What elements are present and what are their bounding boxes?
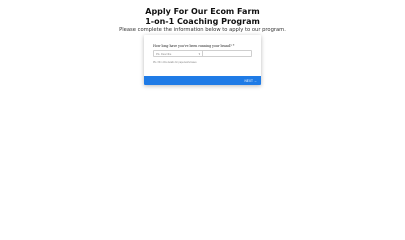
select-value: Pls. Describe	[156, 52, 172, 56]
next-button[interactable]: NEXT →	[244, 79, 257, 83]
brand-duration-secondary-field[interactable]	[203, 51, 251, 56]
brand-duration-select[interactable]: Pls. Describe ▾	[154, 51, 203, 56]
brand-duration-question: How long have you've been running your b…	[153, 44, 235, 48]
form-footer-bar: NEXT →	[144, 76, 261, 85]
page-header: Apply For Our Ecom Farm 1-on-1 Coaching …	[0, 7, 405, 34]
chevron-down-icon: ▾	[198, 51, 200, 56]
page-subtitle: Please complete the information below to…	[119, 27, 286, 33]
page: Apply For Our Ecom Farm 1-on-1 Coaching …	[0, 0, 405, 228]
application-form-card: How long have you've been running your b…	[144, 35, 261, 85]
helper-text: Pls. fill in this details for paperwork/…	[153, 61, 197, 64]
brand-duration-select-row: Pls. Describe ▾	[153, 50, 252, 57]
page-title-line-1: Apply For Our Ecom Farm	[145, 7, 260, 16]
page-title-line-2: 1-on-1 Coaching Program	[145, 16, 260, 26]
